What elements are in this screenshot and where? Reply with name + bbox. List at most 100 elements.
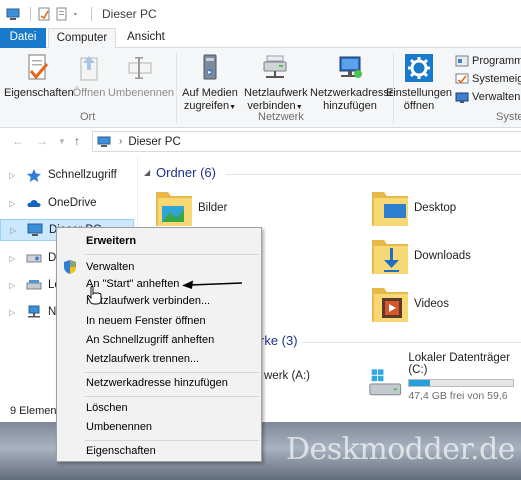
tab-view[interactable]: Ansicht [118, 28, 174, 48]
title-separator [30, 7, 31, 21]
collapse-icon[interactable]: ◢ [144, 168, 150, 177]
folder-name: Videos [414, 298, 449, 310]
folder-name: Bilder [198, 202, 228, 214]
add-network-location-button[interactable]: Netzwerkadresse hinzufügen [310, 52, 395, 113]
access-media-label-2: zugreifen [183, 100, 230, 112]
programs-button[interactable]: Programm d [455, 54, 521, 68]
menu-item-properties[interactable]: Eigenschaften [58, 441, 260, 461]
annotation-arrow-icon [182, 280, 243, 289]
breadcrumb-chevron-icon[interactable]: › [119, 136, 122, 147]
computer-icon [27, 223, 43, 236]
tab-file[interactable]: Datei [0, 28, 46, 48]
open-button[interactable]: Öffnen [72, 52, 106, 100]
open-settings-button[interactable]: Einstellungen öffnen [386, 52, 452, 113]
back-arrow-icon[interactable]: ← [12, 134, 24, 148]
gear-icon [405, 54, 433, 82]
system-properties-icon [455, 73, 469, 84]
title-bar: Dieser PC [0, 0, 521, 28]
breadcrumb-this-pc[interactable]: Dieser PC [128, 136, 180, 148]
section-divider [226, 174, 521, 175]
folder-icon [372, 192, 408, 226]
drive-name: Lokaler Datenträger (C:) [408, 352, 510, 376]
computer-icon [97, 136, 111, 147]
properties-icon [28, 54, 49, 80]
windows-drive-icon [369, 369, 402, 396]
up-arrow-icon[interactable]: ↑ [74, 134, 80, 148]
system-properties-button[interactable]: Systemeige [455, 72, 521, 86]
folders-header[interactable]: Ordner (6) [156, 165, 216, 180]
system-properties-label: Systemeige [472, 73, 521, 85]
menu-separator [85, 254, 259, 255]
nav-item-onedrive[interactable]: ▷ OneDrive [0, 192, 136, 214]
expand-icon[interactable]: ▷ [10, 226, 20, 235]
forward-arrow-icon[interactable]: → [36, 134, 48, 148]
expand-icon[interactable]: ▷ [9, 281, 19, 290]
expand-icon[interactable]: ▷ [9, 308, 19, 317]
open-icon [80, 56, 98, 81]
nav-item-quick-access[interactable]: ▷ Schnellzugriff [0, 164, 136, 186]
drive-usage-fill [409, 380, 431, 386]
rename-label: Umbenennen [108, 87, 175, 99]
group-system-label: Syste [496, 111, 521, 123]
nav-label-onedrive: OneDrive [48, 197, 97, 209]
address-field[interactable]: › Dieser PC [92, 131, 521, 152]
menu-separator [85, 396, 259, 397]
address-bar: ← → ▼ ↑ › Dieser PC [0, 128, 521, 154]
folder-videos[interactable]: Videos [370, 282, 449, 326]
window-title: Dieser PC [102, 7, 157, 21]
menu-item-delete[interactable]: Löschen [58, 398, 260, 418]
media-server-icon [203, 54, 217, 80]
network-drive-icon [263, 55, 287, 78]
new-folder-quick-icon[interactable] [55, 7, 69, 21]
expand-icon[interactable]: ▷ [9, 254, 19, 263]
network-location-icon [339, 56, 362, 78]
manage-button[interactable]: Verwalten [455, 90, 520, 104]
access-media-label-1: Auf Medien [182, 87, 238, 99]
settings-label-1: Einstellungen [386, 87, 453, 99]
dvd-drive-name[interactable]: werk (A:) [264, 370, 310, 382]
map-drive-label-1: Netzlaufwerk [244, 87, 308, 99]
recent-dropdown-icon[interactable]: ▼ [58, 137, 66, 146]
folder-icon [156, 192, 192, 226]
shield-icon [64, 260, 76, 274]
expand-icon[interactable]: ▷ [9, 171, 19, 180]
settings-label-2: öffnen [403, 100, 435, 112]
folder-pictures[interactable]: Bilder [154, 186, 227, 230]
drives-header[interactable]: rke (3) [260, 333, 298, 348]
menu-item-open-new-window[interactable]: In neuem Fenster öffnen [58, 311, 260, 331]
drive-usage-bar [408, 379, 515, 387]
manage-icon [455, 92, 469, 103]
folder-desktop[interactable]: Desktop [370, 186, 456, 230]
folder-downloads[interactable]: Downloads [370, 234, 471, 278]
drive-icon [26, 280, 42, 290]
add-network-label-1: Netzwerkadresse [310, 87, 395, 99]
rename-icon [128, 57, 152, 79]
properties-button[interactable]: Eigenschaften [4, 52, 74, 100]
nav-label-quick-access: Schnellzugriff [48, 169, 117, 181]
star-icon [27, 169, 41, 182]
item-count: 9 Element [10, 405, 60, 417]
dropdown-icon[interactable] [73, 7, 81, 21]
manage-label: Verwalten [472, 91, 521, 103]
menu-item-disconnect-drive[interactable]: Netzlaufwerk trennen... [58, 349, 260, 369]
access-media-button[interactable]: Auf Medien zugreifen▼ [180, 52, 240, 114]
map-network-drive-button[interactable]: Netzlaufwerk verbinden▼ [244, 52, 308, 114]
section-divider [302, 342, 521, 343]
expand-icon[interactable]: ▷ [9, 199, 19, 208]
properties-quick-icon[interactable] [37, 7, 51, 21]
computer-icon [6, 8, 20, 20]
tab-computer[interactable]: Computer [48, 28, 116, 49]
ribbon: Eigenschaften Öffnen Umbenennen Ort Auf … [0, 48, 521, 128]
menu-item-expand[interactable]: Erweitern [58, 231, 260, 251]
cloud-icon [27, 200, 41, 207]
folder-name: Downloads [414, 250, 471, 262]
group-location-label: Ort [80, 111, 96, 123]
rename-button[interactable]: Umbenennen [108, 52, 175, 100]
hand-cursor-icon [86, 286, 102, 305]
menu-item-pin-quick-access[interactable]: An Schnellzugriff anheften [58, 330, 260, 350]
programs-icon [455, 55, 469, 67]
menu-item-add-network-location[interactable]: Netzwerkadresse hinzufügen [58, 373, 260, 393]
context-menu: Erweitern Verwalten An "Start" anheften … [56, 227, 262, 462]
open-label: Öffnen [72, 87, 106, 99]
menu-item-rename[interactable]: Umbenennen [58, 417, 260, 437]
